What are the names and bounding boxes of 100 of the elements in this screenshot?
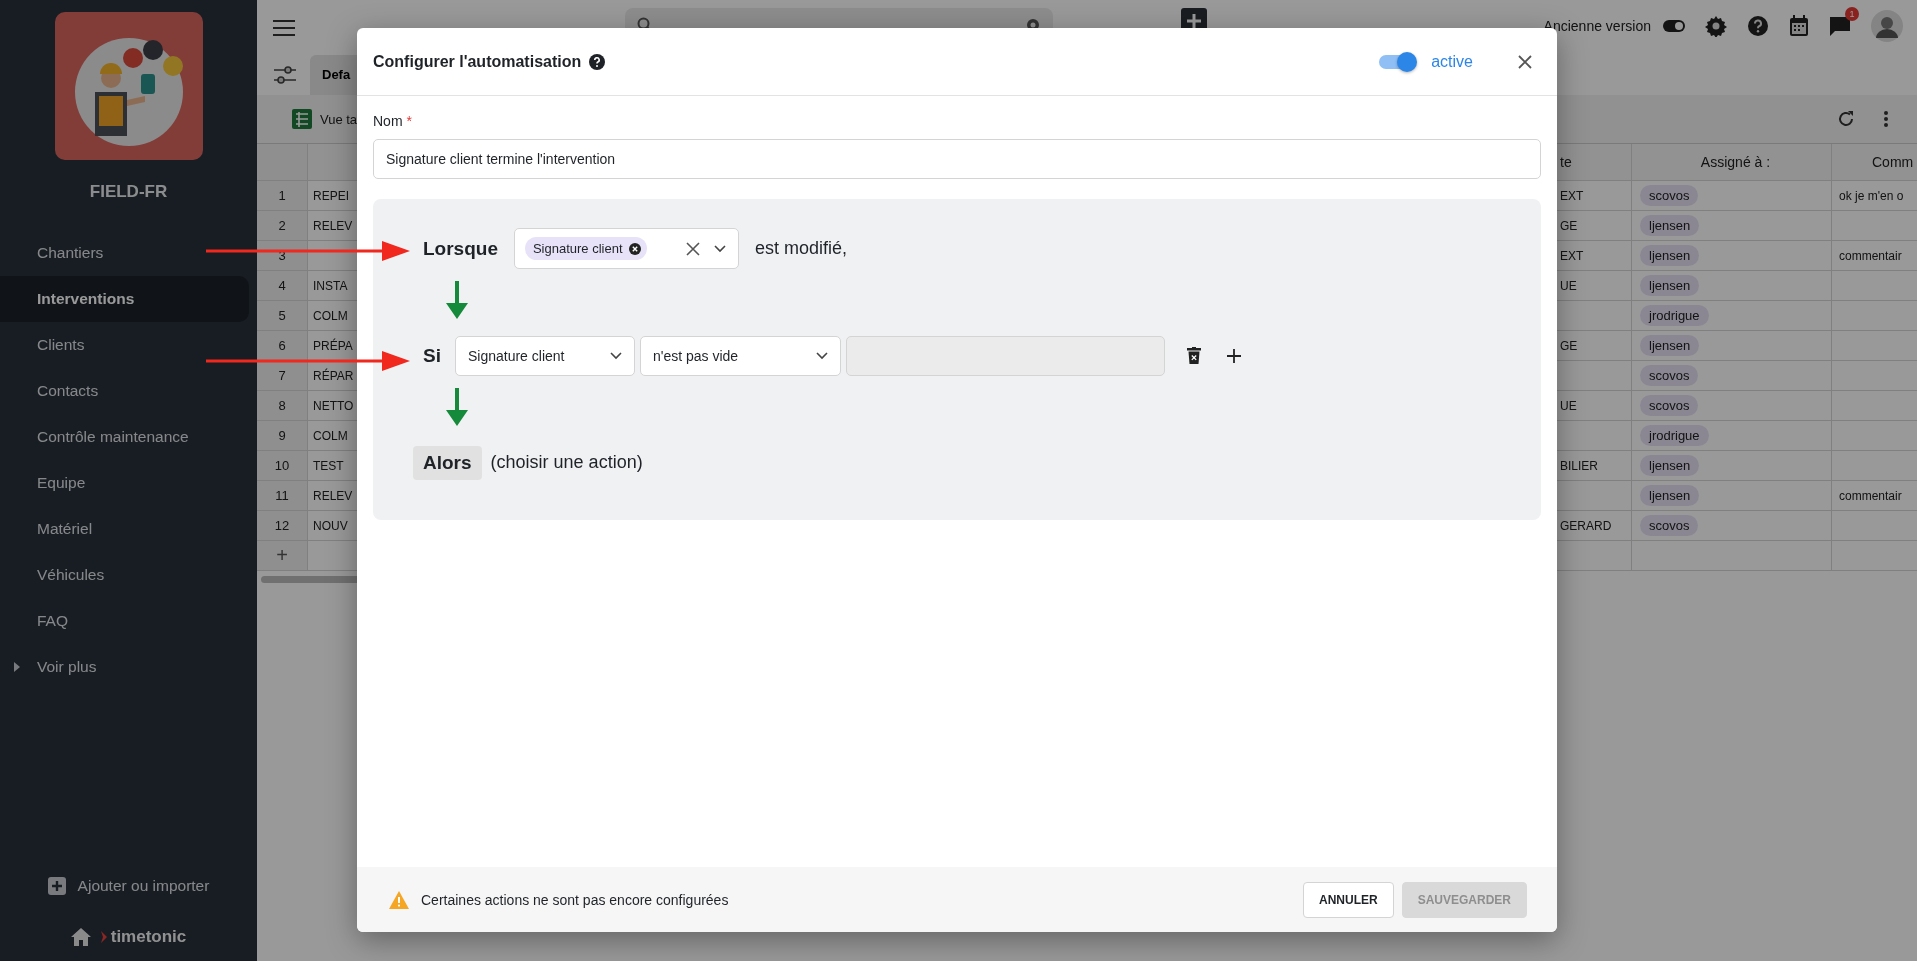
table-cell: UE — [1560, 398, 1577, 413]
table-cell: ok je m'en o — [1839, 188, 1904, 203]
menu-icon[interactable] — [273, 19, 295, 36]
gear-icon[interactable] — [1705, 14, 1727, 37]
table-cell: EXT — [1560, 188, 1584, 203]
sidebar-item[interactable]: Matériel — [0, 506, 249, 552]
plus-square-icon — [47, 877, 66, 895]
table-cell: EXT — [1560, 248, 1584, 263]
row-number: 4 — [278, 278, 286, 293]
row-number: 2 — [278, 218, 286, 233]
table-cell: COLM — [313, 308, 348, 323]
user-tag: scovos — [1640, 365, 1699, 386]
sidebar-item[interactable]: Clients — [0, 322, 249, 368]
table-cell: GE — [1560, 338, 1578, 353]
condition-field-select[interactable]: Signature client — [454, 335, 635, 376]
user-tag: ljensen — [1640, 215, 1700, 236]
row-number: 5 — [278, 308, 286, 323]
column-header[interactable]: Assigné à : — [1700, 154, 1771, 170]
help-icon[interactable] — [1747, 14, 1769, 37]
active-label: active — [1431, 52, 1473, 71]
chevron-down-icon — [609, 351, 622, 360]
table-cell: COLM — [313, 428, 348, 443]
column-header[interactable]: te — [1560, 154, 1572, 170]
trigger-field-select[interactable]: Signature client — [513, 228, 739, 269]
table-cell: UE — [1560, 278, 1577, 293]
table-cell: GERARD — [1560, 518, 1612, 533]
sidebar-item[interactable]: Interventions — [0, 276, 249, 322]
trigger-keyword: Lorsque — [423, 237, 498, 260]
sidebar-item[interactable]: Véhicules — [0, 552, 249, 598]
scrollbar[interactable] — [261, 576, 357, 583]
field-label: Nom — [373, 113, 403, 129]
column-header[interactable]: Comm — [1872, 154, 1914, 170]
add-icon[interactable] — [1226, 348, 1241, 363]
remove-chip-icon[interactable] — [628, 242, 641, 255]
help-icon[interactable] — [589, 53, 606, 70]
avatar-icon[interactable] — [1871, 9, 1903, 42]
table-cell: commentair — [1839, 248, 1902, 263]
table-cell: NOUV — [313, 518, 348, 533]
notification-badge: 1 — [1845, 6, 1859, 21]
cancel-button[interactable]: ANNULER — [1302, 881, 1394, 918]
filter-icon[interactable] — [274, 66, 296, 84]
sidebar-item[interactable]: Chantiers — [0, 230, 249, 276]
sidebar-item[interactable]: Contrôle maintenance — [0, 414, 249, 460]
table-cell: PRÉPA — [313, 338, 353, 353]
down-arrow-icon — [446, 388, 468, 426]
user-tag: ljensen — [1640, 275, 1700, 296]
warning-icon — [389, 890, 409, 909]
row-number: 10 — [274, 458, 290, 473]
operator-select[interactable]: n'est pas vide — [639, 335, 841, 376]
legacy-version-label: Ancienne version — [1543, 17, 1651, 34]
user-tag: jrodrigue — [1640, 425, 1709, 446]
brand-name: timetonic — [110, 927, 187, 947]
view-name[interactable]: Vue ta — [320, 111, 358, 127]
row-number: 11 — [275, 488, 289, 503]
trash-icon[interactable] — [1186, 347, 1201, 364]
user-tag: ljensen — [1640, 455, 1700, 476]
table-cell: TEST — [313, 458, 344, 473]
home-icon[interactable] — [70, 928, 91, 946]
add-import-link[interactable]: Ajouter ou importer — [77, 877, 210, 895]
refresh-icon[interactable] — [1837, 110, 1855, 128]
required-mark: * — [406, 113, 412, 129]
table-cell: commentair — [1839, 488, 1902, 503]
field-chip[interactable]: Signature client — [524, 237, 647, 260]
add-row-button[interactable]: + — [276, 544, 288, 567]
warning-text: Certaines actions ne sont pas encore configurées — [421, 891, 729, 908]
user-tag: scovos — [1640, 515, 1699, 536]
name-field[interactable]: Signature client termine l'intervention — [373, 139, 1541, 179]
user-tag: jrodrigue — [1640, 305, 1709, 326]
active-toggle[interactable] — [1379, 54, 1416, 69]
table-cell: INSTA — [313, 278, 348, 293]
close-icon[interactable] — [1517, 53, 1533, 70]
user-tag: scovos — [1640, 185, 1699, 206]
table-cell: NETTO — [313, 398, 354, 413]
legacy-toggle[interactable] — [1663, 19, 1685, 32]
caret-icon — [14, 662, 20, 672]
chat-icon[interactable] — [1829, 14, 1851, 37]
user-tag: scovos — [1640, 395, 1699, 416]
calendar-icon[interactable] — [1789, 14, 1809, 37]
table-cell: REPEI — [313, 188, 349, 203]
row-number: 12 — [274, 518, 290, 533]
workspace-name: FIELD-FR — [89, 182, 168, 202]
condition-keyword: Si — [423, 344, 441, 367]
down-arrow-icon — [446, 281, 468, 319]
action-placeholder[interactable]: (choisir une action) — [490, 452, 643, 473]
table-cell: BILIER — [1560, 458, 1598, 473]
clear-icon[interactable] — [685, 241, 700, 256]
dialog-title: Configurer l'automatisation — [373, 52, 582, 71]
sidebar-item[interactable]: Contacts — [0, 368, 249, 414]
table-cell: RELEV — [313, 488, 353, 503]
sidebar-item[interactable]: Voir plus — [37, 658, 97, 676]
view-tab[interactable]: Defa — [310, 55, 357, 95]
more-icon[interactable] — [1883, 110, 1889, 128]
chevron-down-icon[interactable] — [713, 244, 726, 253]
table-cell: RELEV — [313, 218, 353, 233]
sidebar-item[interactable]: FAQ — [0, 598, 249, 644]
user-tag: ljensen — [1640, 335, 1700, 356]
action-keyword: Alors — [413, 445, 482, 480]
table-cell: GE — [1560, 218, 1578, 233]
user-tag: ljensen — [1640, 485, 1700, 506]
sidebar-item[interactable]: Equipe — [0, 460, 249, 506]
